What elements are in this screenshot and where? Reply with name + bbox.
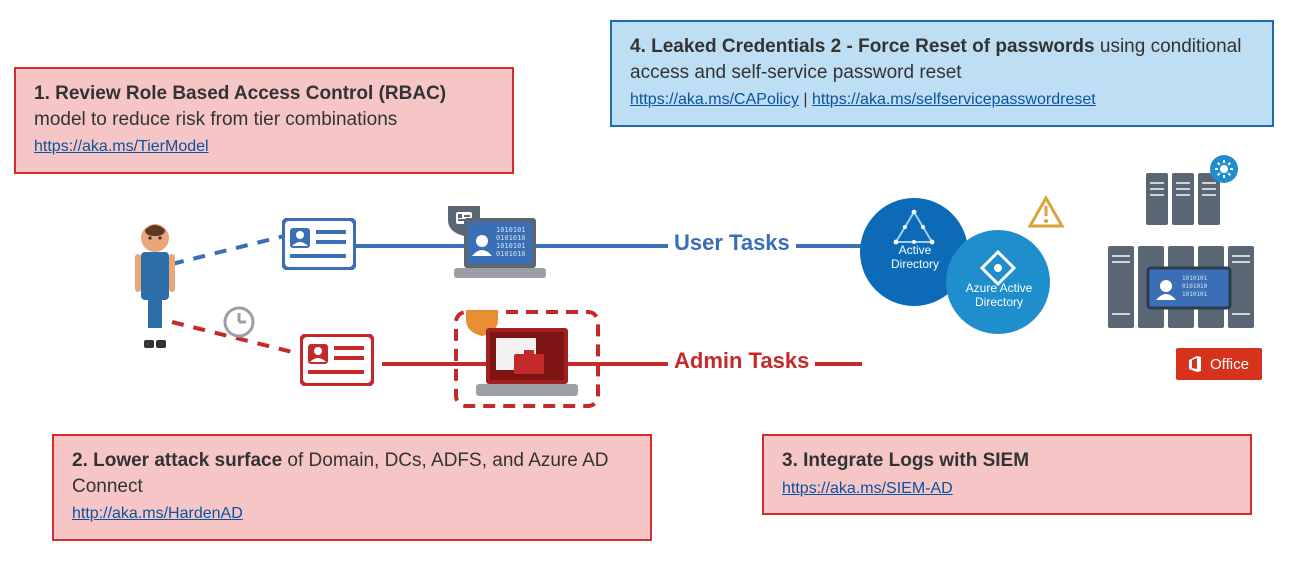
callout-3-link[interactable]: https://aka.ms/SIEM-AD bbox=[782, 480, 953, 497]
callout-1-link[interactable]: https://aka.ms/TierModel bbox=[34, 138, 209, 155]
callout-4-title: 4. Leaked Credentials 2 - Force Reset of… bbox=[630, 36, 1095, 57]
directory-cluster: Active Directory Azure Active Directory bbox=[858, 190, 1088, 345]
id-card-user-icon bbox=[282, 218, 356, 275]
callout-3-title: 3. Integrate Logs with SIEM bbox=[782, 450, 1029, 471]
svg-text:1010101: 1010101 bbox=[496, 242, 526, 250]
svg-text:0101010: 0101010 bbox=[496, 234, 526, 242]
azure-ad-label: Azure Active Directory bbox=[958, 282, 1040, 310]
office-icon bbox=[1186, 355, 1204, 373]
office-badge: Office bbox=[1176, 348, 1262, 380]
label-user-tasks: User Tasks bbox=[668, 230, 796, 256]
callout-box-4: 4. Leaked Credentials 2 - Force Reset of… bbox=[610, 20, 1274, 127]
callout-4-sep: | bbox=[803, 91, 812, 108]
id-card-admin-icon bbox=[300, 334, 374, 391]
svg-text:0101010: 0101010 bbox=[1182, 283, 1208, 290]
callout-1-rest: model to reduce risk from tier combinati… bbox=[34, 109, 397, 130]
callout-1-title: 1. Review Role Based Access Control (RBA… bbox=[34, 83, 446, 104]
svg-text:1010101: 1010101 bbox=[1182, 291, 1208, 298]
connector-user-tasks bbox=[356, 244, 886, 248]
callout-box-2: 2. Lower attack surface of Domain, DCs, … bbox=[52, 434, 652, 541]
svg-text:1010101: 1010101 bbox=[1182, 275, 1208, 282]
label-admin-tasks: Admin Tasks bbox=[668, 348, 815, 374]
callout-2-link[interactable]: http://aka.ms/HardenAD bbox=[72, 505, 243, 522]
svg-text:1010101: 1010101 bbox=[496, 226, 526, 234]
callout-box-3: 3. Integrate Logs with SIEM https://aka.… bbox=[762, 434, 1252, 515]
server-rack-icon: 10101010101010 1010101 bbox=[1104, 240, 1274, 337]
active-directory-label: Active Directory bbox=[882, 244, 948, 272]
laptop-admin-box bbox=[454, 310, 600, 413]
callout-box-1: 1. Review Role Based Access Control (RBA… bbox=[14, 67, 514, 174]
server-small-icon bbox=[1140, 155, 1244, 234]
callout-4-link-2[interactable]: https://aka.ms/selfservicepasswordreset bbox=[812, 91, 1096, 108]
callout-2-title: 2. Lower attack surface bbox=[72, 450, 282, 471]
laptop-user-icon: 10101010101010 10101010101010 bbox=[446, 204, 550, 289]
clock-icon bbox=[222, 305, 256, 344]
office-label: Office bbox=[1210, 356, 1249, 373]
callout-4-link-1[interactable]: https://aka.ms/CAPolicy bbox=[630, 91, 799, 108]
person-icon bbox=[130, 222, 180, 355]
svg-text:0101010: 0101010 bbox=[496, 250, 526, 258]
